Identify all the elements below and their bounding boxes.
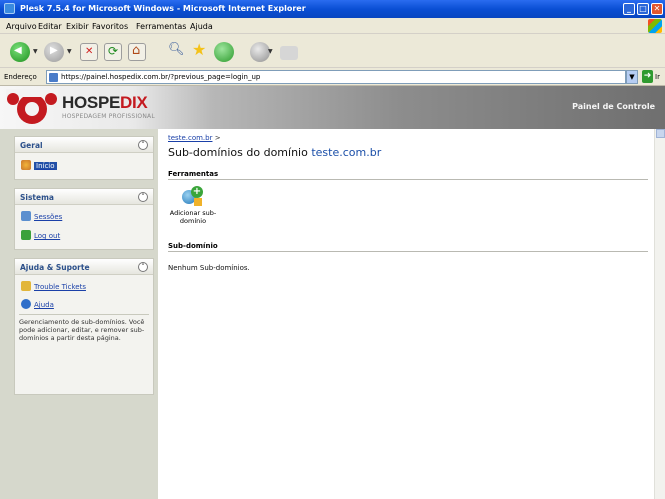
page-title: Sub-domínios do domínio teste.com.br	[168, 146, 382, 159]
go-button-label[interactable]: Ir	[655, 73, 660, 81]
subdomain-section: Sub-domínio	[168, 242, 648, 252]
sidebar-box-title: Sistema	[20, 193, 54, 202]
close-button[interactable]: ✕	[651, 3, 663, 15]
mail-dropdown-icon[interactable]: ▼	[268, 48, 273, 55]
menu-ajuda[interactable]: Ajuda	[190, 22, 213, 31]
ticket-icon	[21, 281, 31, 291]
sidebar-item-sessoes[interactable]: Sessões	[21, 211, 62, 223]
menu-editar[interactable]: Editar	[38, 22, 62, 31]
maximize-button[interactable]: □	[637, 3, 649, 15]
hospedix-logo-icon	[6, 89, 58, 124]
windows-logo-icon	[648, 19, 662, 33]
address-bar: Endereço https://painel.hospedix.com.br/…	[0, 68, 665, 86]
sidebar-item-trouble-tickets[interactable]: Trouble Tickets	[21, 281, 86, 293]
tools-section: Ferramentas	[168, 170, 648, 180]
home-icon	[21, 160, 31, 170]
section-title: Ferramentas	[168, 170, 222, 178]
add-subdomain-icon: +	[182, 186, 204, 208]
menu-arquivo[interactable]: Arquivo	[6, 22, 37, 31]
forward-dropdown-icon[interactable]: ▼	[67, 48, 72, 55]
ie-icon	[4, 3, 15, 14]
menu-exibir[interactable]: Exibir	[66, 22, 89, 31]
breadcrumb: teste.com.br >	[168, 134, 221, 142]
plesk-header: HOSPEDIX HOSPEDAGEM PROFISSIONAL Painel …	[0, 86, 665, 129]
url-input[interactable]: https://painel.hospedix.com.br/?previous…	[46, 70, 626, 84]
sidebar-box-title: Ajuda & Suporte	[20, 263, 90, 272]
brand-logo-text: HOSPEDIX	[62, 93, 148, 112]
logout-icon	[21, 230, 31, 240]
mail-icon[interactable]	[250, 42, 270, 62]
scroll-up-icon[interactable]	[656, 129, 665, 138]
url-dropdown-icon[interactable]: ▼	[626, 70, 638, 84]
help-icon	[21, 299, 31, 309]
sidebar: Geral ˄ Início Sistema ˄ Sessões Log out…	[0, 129, 158, 499]
main-content: teste.com.br > Sub-domínios do domínio t…	[158, 129, 654, 499]
page-icon	[49, 73, 58, 82]
collapse-icon[interactable]: ˄	[138, 262, 148, 272]
history-icon[interactable]	[214, 42, 234, 62]
section-title: Sub-domínio	[168, 242, 221, 250]
collapse-icon[interactable]: ˄	[138, 192, 148, 202]
sidebar-item-ajuda[interactable]: Ajuda	[21, 299, 54, 311]
breadcrumb-link-domain[interactable]: teste.com.br	[168, 134, 212, 142]
divider	[19, 314, 149, 315]
sessions-icon	[21, 211, 31, 221]
sidebar-box-ajuda: Ajuda & Suporte ˄ Trouble Tickets Ajuda …	[14, 258, 154, 395]
favorites-icon[interactable]	[190, 40, 210, 62]
sidebar-item-inicio[interactable]: Início	[21, 160, 57, 172]
vertical-scrollbar[interactable]	[654, 129, 665, 499]
collapse-icon[interactable]: ˄	[138, 140, 148, 150]
url-text: https://painel.hospedix.com.br/?previous…	[61, 73, 261, 81]
window-title: Plesk 7.5.4 for Microsoft Windows - Micr…	[20, 4, 306, 13]
back-icon[interactable]	[10, 42, 30, 62]
print-icon[interactable]	[280, 46, 298, 60]
window-titlebar: Plesk 7.5.4 for Microsoft Windows - Micr…	[0, 0, 665, 18]
back-dropdown-icon[interactable]: ▼	[33, 48, 38, 55]
sidebar-box-sistema: Sistema ˄ Sessões Log out	[14, 188, 154, 250]
sidebar-item-logout[interactable]: Log out	[21, 230, 60, 242]
sidebar-box-title: Geral	[20, 141, 43, 150]
add-subdomain-button[interactable]: + Adicionar sub-domínio	[168, 186, 218, 225]
go-arrow-icon[interactable]: ➜	[642, 70, 653, 83]
add-subdomain-label: Adicionar sub-domínio	[169, 209, 217, 225]
forward-icon[interactable]	[44, 42, 64, 62]
browser-toolbar: ▼ ▼ ▼	[0, 34, 665, 68]
help-text: Gerenciamento de sub-domínios. Você pode…	[19, 318, 145, 343]
stop-icon[interactable]	[80, 43, 98, 61]
minimize-button[interactable]: _	[623, 3, 635, 15]
refresh-icon[interactable]	[104, 43, 122, 61]
address-label: Endereço	[4, 73, 37, 81]
search-icon[interactable]	[166, 42, 186, 62]
menu-favoritos[interactable]: Favoritos	[92, 22, 128, 31]
empty-list-message: Nenhum Sub-domínios.	[168, 264, 250, 272]
menu-ferramentas[interactable]: Ferramentas	[136, 22, 186, 31]
sidebar-box-geral: Geral ˄ Início	[14, 136, 154, 180]
panel-title: Painel de Controle	[572, 102, 655, 111]
menu-bar: Arquivo Editar Exibir Favoritos Ferramen…	[0, 18, 665, 34]
brand-tagline: HOSPEDAGEM PROFISSIONAL	[62, 113, 155, 120]
home-icon[interactable]	[128, 43, 146, 61]
